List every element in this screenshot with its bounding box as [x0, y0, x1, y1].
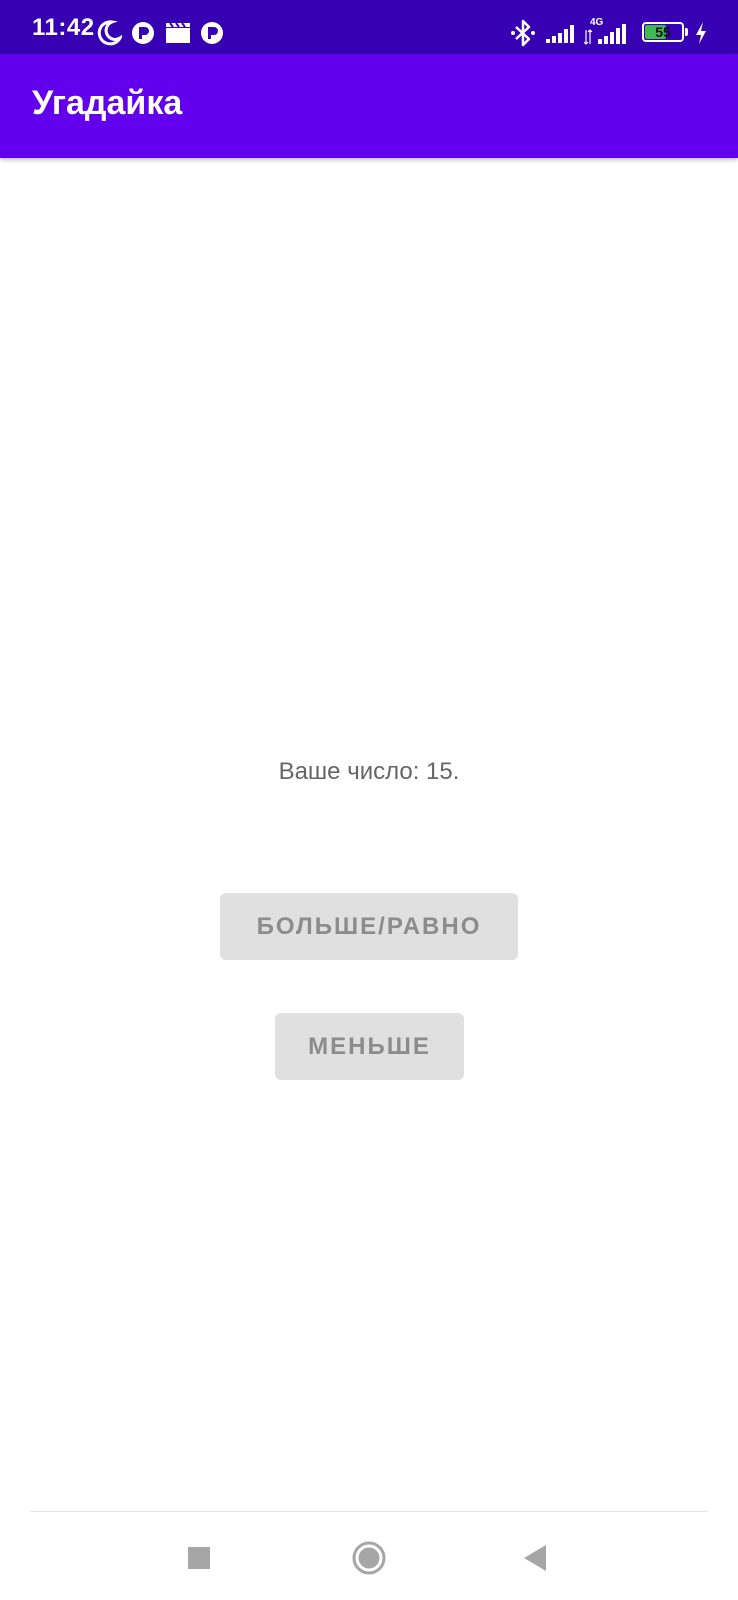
battery-level: 55: [655, 24, 671, 40]
more-or-equal-button[interactable]: БОЛЬШЕ/РАВНО: [220, 893, 518, 960]
clapperboard-icon: [166, 22, 190, 43]
recents-square-icon[interactable]: [186, 1545, 212, 1571]
number-text: Ваше число: 15.: [278, 758, 460, 785]
status-time: 11:42: [32, 14, 95, 41]
app-notification-icon: [201, 22, 223, 44]
app-title: Угадайка: [32, 84, 183, 122]
battery-icon: 55: [642, 22, 684, 42]
less-button[interactable]: МЕНЬШЕ: [275, 1013, 464, 1080]
app-notification-icon: [132, 22, 154, 44]
back-triangle-icon[interactable]: [522, 1543, 550, 1573]
bluetooth-icon: [511, 19, 535, 47]
signal-icon: [546, 25, 574, 43]
status-bar: 11:42 4G 55: [0, 0, 738, 54]
app-bar: Угадайка: [0, 54, 738, 158]
screen: 11:42 4G 55 Угадайка Ваше число: 15. БОЛ…: [0, 0, 738, 1600]
nav-divider: [30, 1511, 708, 1512]
charging-icon: [696, 22, 706, 44]
battery-tip: [685, 28, 688, 36]
network-type-label: 4G: [590, 17, 604, 28]
moon-icon: [97, 20, 122, 46]
home-circle-icon[interactable]: [351, 1540, 387, 1576]
